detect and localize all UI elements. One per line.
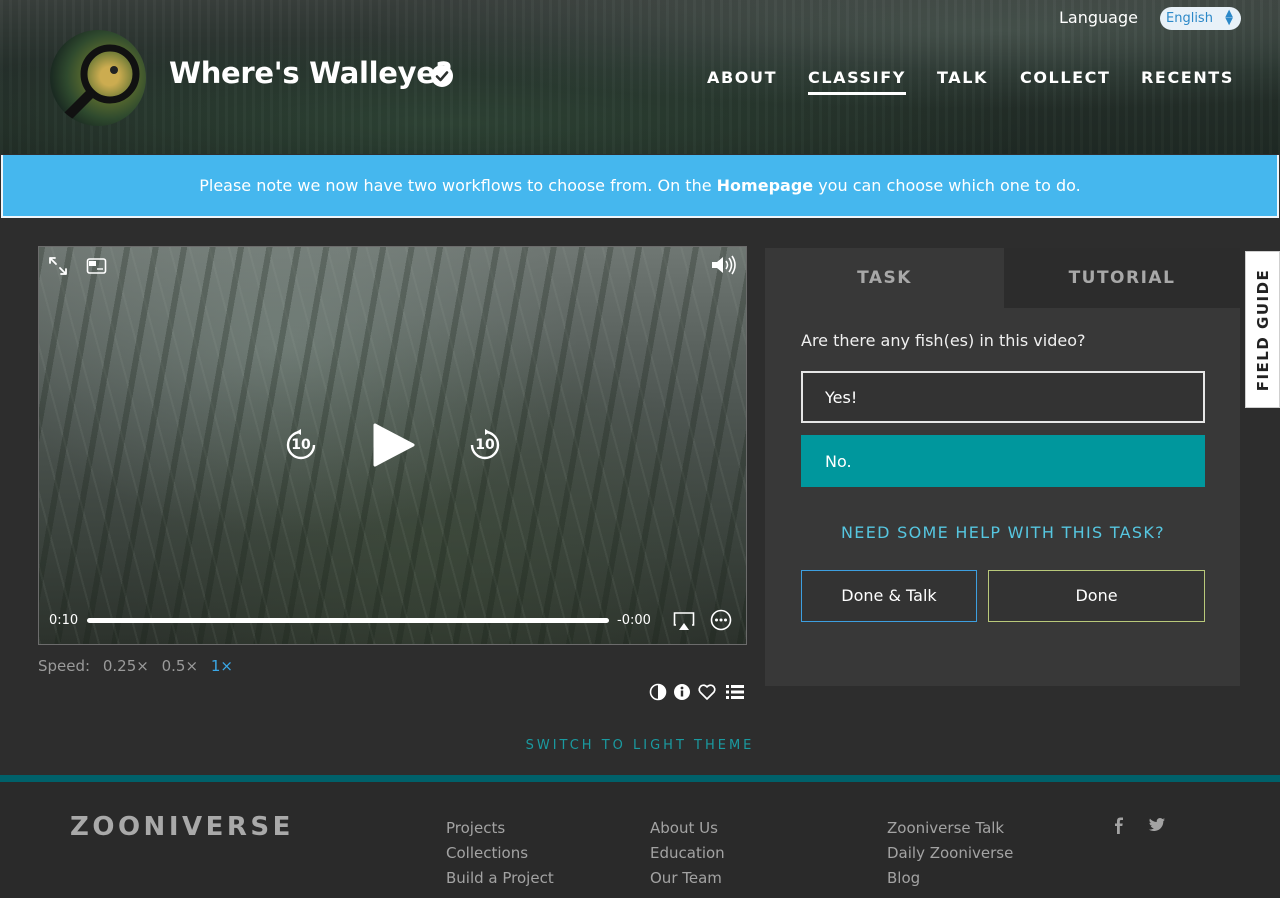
- magnifier-icon: [59, 44, 140, 125]
- more-options-icon[interactable]: [710, 609, 732, 631]
- banner-text-after: you can choose which one to do.: [813, 176, 1081, 195]
- updown-chevron-icon: ▲ ▼: [1225, 8, 1233, 27]
- answer-no[interactable]: No.: [801, 435, 1205, 487]
- info-icon[interactable]: [672, 682, 692, 702]
- task-help-link[interactable]: NEED SOME HELP WITH THIS TASK?: [801, 523, 1205, 542]
- footer-link-projects[interactable]: Projects: [446, 819, 505, 837]
- site-footer: ZOONIVERSE Projects Collections Build a …: [0, 782, 1280, 898]
- verified-check-icon: [431, 65, 453, 87]
- nav-collect[interactable]: COLLECT: [1020, 68, 1111, 87]
- tab-task[interactable]: TASK: [765, 248, 1004, 308]
- favorite-heart-icon[interactable]: [697, 682, 717, 702]
- banner-homepage-link[interactable]: Homepage: [717, 176, 813, 195]
- volume-icon[interactable]: [710, 254, 738, 276]
- footer-link-zooniverse-talk[interactable]: Zooniverse Talk: [887, 819, 1004, 837]
- footer-link-collections[interactable]: Collections: [446, 844, 528, 862]
- language-select[interactable]: English ▲ ▼: [1160, 7, 1241, 30]
- task-question: Are there any fish(es) in this video?: [801, 331, 1086, 350]
- done-and-talk-button[interactable]: Done & Talk: [801, 570, 977, 622]
- language-label: Language: [1059, 8, 1138, 27]
- project-avatar[interactable]: [50, 30, 146, 126]
- rewind-seconds: 10: [291, 437, 311, 453]
- forward-seconds: 10: [475, 437, 495, 453]
- language-value: English: [1166, 11, 1213, 26]
- footer-link-about-us[interactable]: About Us: [650, 819, 718, 837]
- task-panel: TASK TUTORIAL Are there any fish(es) in …: [765, 248, 1240, 686]
- nav-talk[interactable]: TALK: [937, 68, 988, 87]
- banner-text-before: Please note we now have two workflows to…: [199, 176, 717, 195]
- field-guide-label: FIELD GUIDE: [1253, 268, 1272, 391]
- footer-link-daily-zooniverse[interactable]: Daily Zooniverse: [887, 844, 1013, 862]
- invert-colors-icon[interactable]: [648, 682, 668, 702]
- speed-option-1[interactable]: 1×: [211, 657, 233, 675]
- footer-link-education[interactable]: Education: [650, 844, 725, 862]
- nav-about[interactable]: ABOUT: [707, 68, 777, 87]
- done-button[interactable]: Done: [988, 570, 1205, 622]
- facebook-icon[interactable]: [1113, 817, 1125, 835]
- speed-label: Speed:: [38, 657, 91, 675]
- time-remaining: -0:00: [617, 613, 651, 628]
- time-elapsed: 0:10: [49, 613, 79, 628]
- playback-speed: Speed: 0.25× 0.5× 1×: [38, 657, 241, 675]
- play-icon[interactable]: [372, 422, 416, 468]
- zooniverse-logo[interactable]: ZOONIVERSE: [70, 812, 294, 842]
- nav-classify[interactable]: CLASSIFY: [808, 68, 906, 95]
- fullscreen-icon[interactable]: [48, 256, 68, 276]
- switch-theme-link[interactable]: SWITCH TO LIGHT THEME: [0, 738, 1280, 753]
- speed-option-05[interactable]: 0.5×: [162, 657, 198, 675]
- nav-recents[interactable]: RECENTS: [1141, 68, 1234, 87]
- collections-list-icon[interactable]: [725, 682, 745, 702]
- project-title[interactable]: Where's Walleye?: [169, 56, 452, 90]
- rewind-10-button[interactable]: 10: [284, 428, 318, 462]
- subject-video-player[interactable]: 10 10 0:10 -0:00: [38, 246, 747, 645]
- field-guide-tab[interactable]: FIELD GUIDE: [1245, 251, 1280, 408]
- picture-in-picture-icon[interactable]: [86, 256, 108, 276]
- footer-link-blog[interactable]: Blog: [887, 869, 920, 887]
- answer-yes[interactable]: Yes!: [801, 371, 1205, 423]
- forward-10-button[interactable]: 10: [468, 428, 502, 462]
- footer-divider: [0, 775, 1280, 782]
- tab-tutorial[interactable]: TUTORIAL: [1004, 248, 1240, 308]
- twitter-icon[interactable]: [1148, 817, 1166, 833]
- progress-bar[interactable]: [87, 618, 609, 623]
- footer-link-build-project[interactable]: Build a Project: [446, 869, 554, 887]
- speed-option-025[interactable]: 0.25×: [103, 657, 149, 675]
- airplay-icon[interactable]: [673, 611, 695, 631]
- announcement-banner: Please note we now have two workflows to…: [1, 155, 1279, 218]
- footer-link-our-team[interactable]: Our Team: [650, 869, 722, 887]
- project-header: Where's Walleye? Language English ▲ ▼ ABO…: [0, 0, 1280, 154]
